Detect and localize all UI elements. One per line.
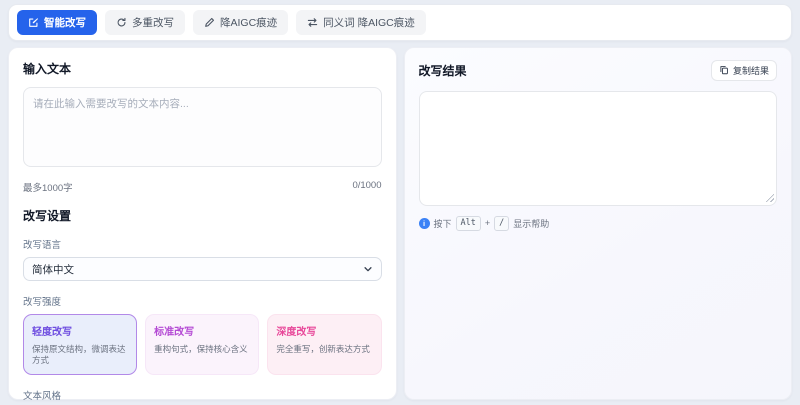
kbd-slash: / — [494, 216, 509, 231]
refresh-icon — [116, 17, 127, 28]
tab-smart-rewrite[interactable]: 智能改写 — [17, 10, 97, 35]
copy-label: 复制结果 — [733, 64, 769, 77]
chevron-down-icon — [363, 264, 373, 274]
intensity-option-light[interactable]: 轻度改写 保持原文结构，微调表达方式 — [23, 314, 137, 375]
intensity-option-deep[interactable]: 深度改写 完全重写，创新表达方式 — [267, 314, 381, 375]
hint-suffix: 显示帮助 — [513, 217, 549, 230]
mode-tab-bar: 智能改写 多重改写 降AIGC痕迹 同义词 降AIGC痕迹 — [8, 4, 792, 41]
result-panel-title: 改写结果 — [419, 62, 467, 79]
result-textarea-wrap — [419, 91, 778, 206]
result-textarea[interactable] — [419, 91, 778, 206]
tab-reduce-aigc[interactable]: 降AIGC痕迹 — [193, 10, 288, 35]
intensity-option-desc: 完全重写，创新表达方式 — [276, 344, 372, 355]
input-textarea[interactable] — [23, 87, 382, 167]
intensity-option-title: 深度改写 — [276, 323, 372, 338]
info-icon: i — [419, 218, 430, 229]
intensity-option-standard[interactable]: 标准改写 重构句式，保持核心含义 — [145, 314, 259, 375]
max-length-hint: 最多1000字 — [23, 180, 73, 194]
intensity-option-desc: 重构句式，保持核心含义 — [154, 344, 250, 355]
swap-icon — [307, 17, 318, 28]
kbd-alt: Alt — [456, 216, 481, 231]
tab-label: 降AIGC痕迹 — [220, 15, 277, 30]
intensity-option-title: 轻度改写 — [32, 323, 128, 338]
tab-label: 多重改写 — [132, 15, 174, 30]
intensity-option-desc: 保持原文结构，微调表达方式 — [32, 344, 128, 365]
input-panel: 输入文本 最多1000字 0/1000 改写设置 改写语言 简体中文 改写强度 … — [8, 47, 397, 400]
tab-synonym-reduce-aigc[interactable]: 同义词 降AIGC痕迹 — [296, 10, 426, 35]
tab-label: 同义词 降AIGC痕迹 — [323, 15, 415, 30]
main-content: 输入文本 最多1000字 0/1000 改写设置 改写语言 简体中文 改写强度 … — [8, 47, 792, 400]
language-label: 改写语言 — [23, 237, 382, 251]
char-count: 0/1000 — [352, 180, 381, 194]
pencil-icon — [204, 17, 215, 28]
result-header: 改写结果 复制结果 — [419, 60, 778, 81]
tab-multi-rewrite[interactable]: 多重改写 — [105, 10, 185, 35]
edit-square-icon — [28, 17, 39, 28]
language-value: 简体中文 — [32, 262, 74, 277]
result-panel: 改写结果 复制结果 i 按下 Alt + / 显示帮助 — [404, 47, 793, 400]
copy-result-button[interactable]: 复制结果 — [711, 60, 777, 81]
intensity-label: 改写强度 — [23, 294, 382, 308]
copy-icon — [719, 65, 729, 77]
language-select[interactable]: 简体中文 — [23, 257, 382, 281]
hint-prefix: 按下 — [434, 217, 452, 230]
intensity-options: 轻度改写 保持原文结构，微调表达方式 标准改写 重构句式，保持核心含义 深度改写… — [23, 314, 382, 375]
settings-title: 改写设置 — [23, 207, 382, 224]
intensity-option-title: 标准改写 — [154, 323, 250, 338]
shortcut-hint-row: i 按下 Alt + / 显示帮助 — [419, 216, 778, 231]
style-label: 文本风格 — [23, 388, 382, 402]
input-panel-title: 输入文本 — [23, 60, 382, 77]
hint-plus: + — [485, 218, 490, 228]
char-counter-row: 最多1000字 0/1000 — [23, 180, 382, 194]
tab-label: 智能改写 — [44, 15, 86, 30]
